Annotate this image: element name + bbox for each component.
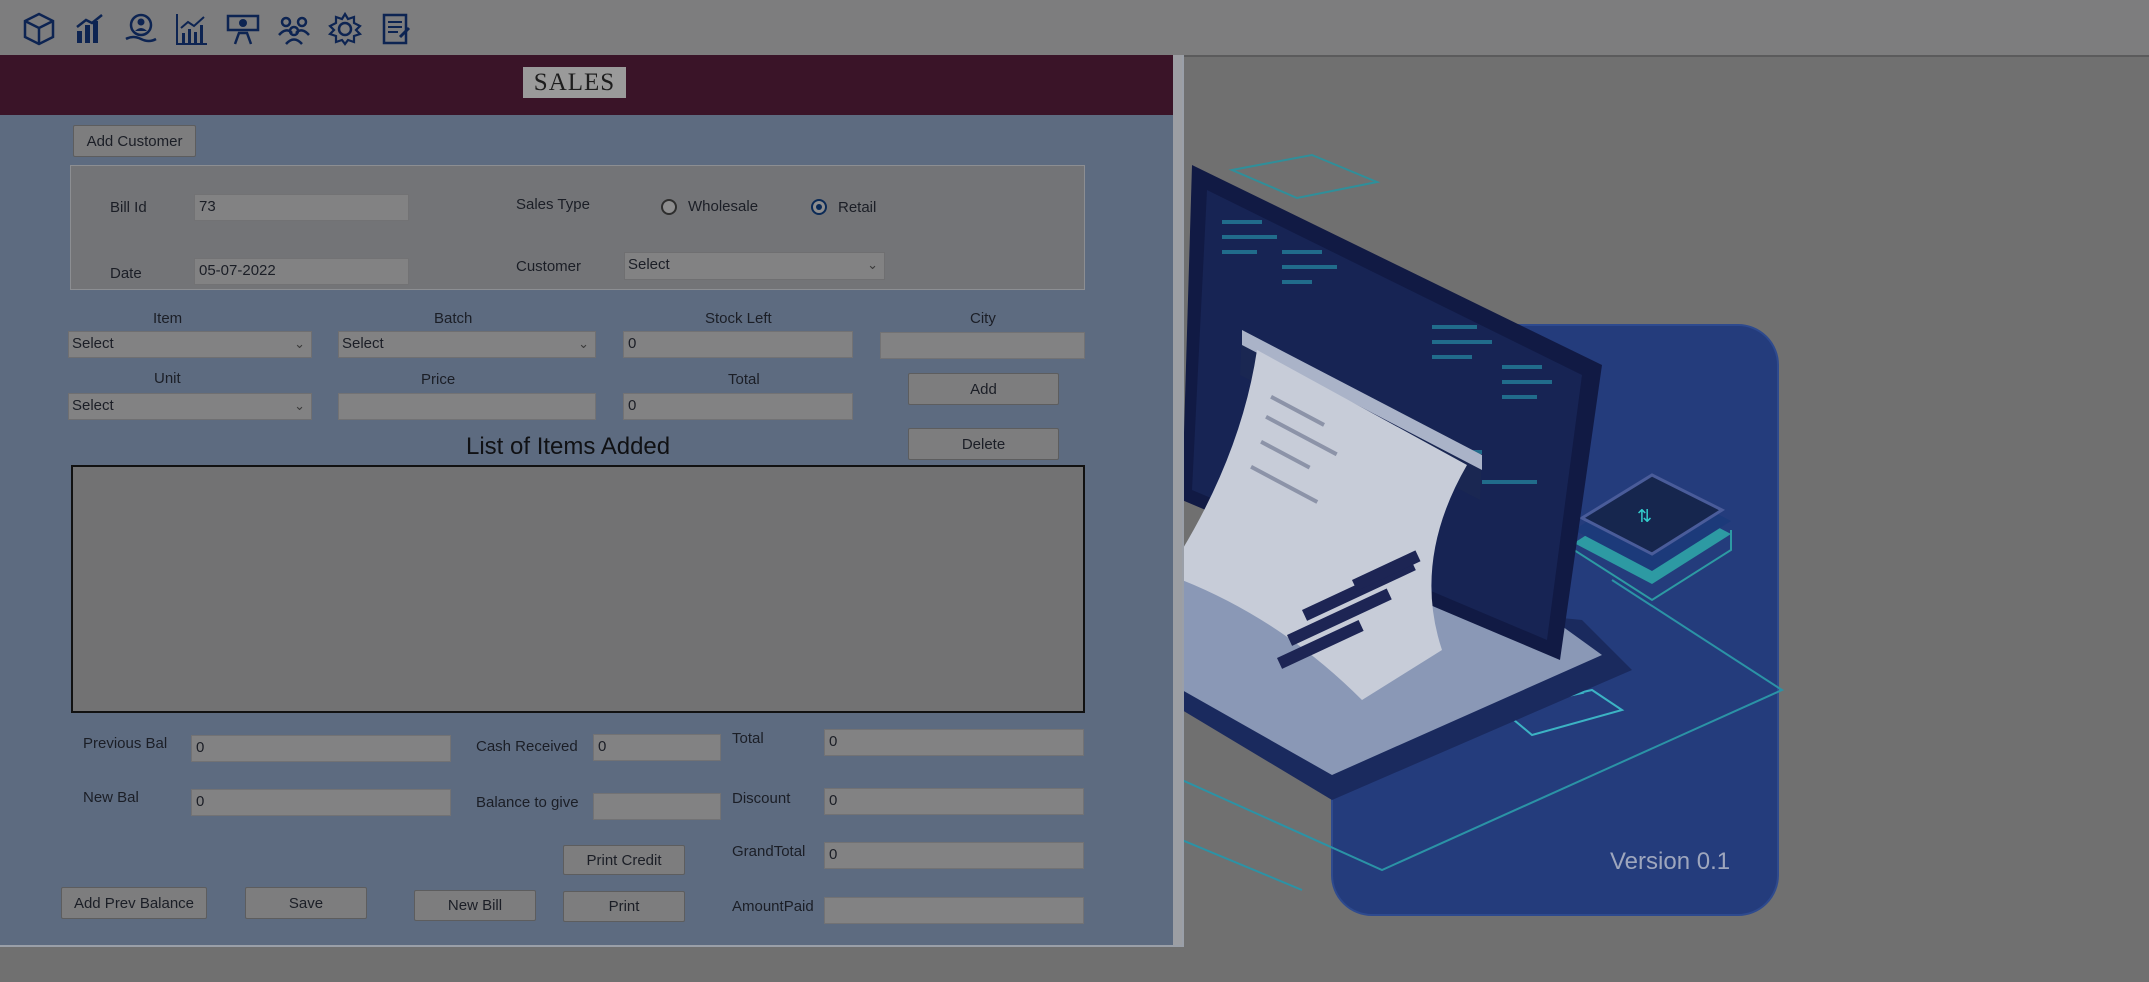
total-label: Total	[728, 371, 760, 388]
summary-total-field[interactable]: 0	[824, 729, 1084, 756]
stock-left-field[interactable]: 0	[623, 331, 853, 358]
print-credit-button[interactable]: Print Credit	[563, 845, 685, 875]
cash-received-label: Cash Received	[476, 738, 578, 755]
items-grid[interactable]	[71, 465, 1085, 713]
balance-to-give-label: Balance to give	[476, 794, 579, 811]
save-button[interactable]: Save	[245, 887, 367, 919]
gear-icon[interactable]	[325, 9, 365, 49]
chevron-down-icon: ⌄	[578, 336, 589, 351]
handshake-icon[interactable]	[223, 9, 263, 49]
discount-field[interactable]: 0	[824, 788, 1084, 815]
city-label: City	[970, 310, 996, 327]
customer-dropdown-value: Select	[628, 256, 670, 273]
city-field[interactable]	[880, 332, 1085, 359]
box-icon[interactable]	[19, 9, 59, 49]
print-button[interactable]: Print	[563, 891, 685, 922]
previous-bal-label: Previous Bal	[83, 735, 168, 752]
version-label: Version 0.1	[1610, 848, 1731, 875]
toolbar	[0, 0, 2149, 57]
wholesale-radio-label: Wholesale	[688, 198, 759, 215]
date-label: Date	[110, 265, 142, 282]
balance-to-give-field[interactable]	[593, 793, 721, 820]
unit-dropdown-value: Select	[72, 397, 114, 414]
bill-id-field[interactable]: 73	[194, 194, 409, 221]
cash-received-field[interactable]: 0	[593, 734, 721, 761]
amount-paid-label: AmountPaid	[732, 898, 814, 915]
price-field[interactable]	[338, 393, 596, 420]
chevron-down-icon: ⌄	[867, 257, 878, 272]
batch-dropdown-value: Select	[342, 335, 384, 352]
customer-label: Customer	[516, 258, 582, 275]
grand-total-field[interactable]: 0	[824, 842, 1084, 869]
new-bill-button[interactable]: New Bill	[414, 890, 536, 921]
grand-total-label: GrandTotal	[732, 843, 806, 860]
delete-button[interactable]: Delete	[908, 428, 1059, 460]
price-label: Price	[421, 371, 456, 388]
items-list-title: List of Items Added	[466, 433, 671, 460]
add-prev-balance-button[interactable]: Add Prev Balance	[61, 887, 207, 919]
chevron-down-icon: ⌄	[294, 336, 305, 351]
batch-dropdown[interactable]: Select ⌄	[338, 331, 596, 358]
new-bal-label: New Bal	[83, 789, 139, 806]
report-icon[interactable]	[376, 9, 416, 49]
sales-type-label: Sales Type	[516, 196, 590, 213]
retail-radio[interactable]	[811, 199, 827, 215]
total-field[interactable]: 0	[623, 393, 853, 420]
team-icon[interactable]	[274, 9, 314, 49]
item-label: Item	[153, 310, 183, 327]
wholesale-radio[interactable]	[661, 199, 677, 215]
unit-dropdown[interactable]: Select ⌄	[68, 393, 312, 420]
title-bar: SALES	[0, 55, 1174, 115]
sales-window: SALES Add Customer Bill Id 73 Date 05-07…	[0, 55, 1184, 947]
laptop-receipt-illustration: ⇅	[1182, 153, 1785, 916]
bill-info-panel: Bill Id 73 Date 05-07-2022 Sales Type Wh…	[70, 165, 1085, 290]
summary-total-label: Total	[732, 730, 764, 747]
window-border	[1173, 55, 1182, 945]
user-payment-icon[interactable]	[121, 9, 161, 49]
customer-dropdown[interactable]: Select ⌄	[624, 252, 885, 280]
add-customer-button[interactable]: Add Customer	[73, 125, 196, 157]
bill-id-label: Bill Id	[110, 199, 147, 216]
item-dropdown-value: Select	[72, 335, 114, 352]
stock-left-label: Stock Left	[705, 310, 772, 327]
amount-paid-field[interactable]	[824, 897, 1084, 924]
batch-label: Batch	[434, 310, 473, 327]
line-chart-icon[interactable]	[172, 9, 212, 49]
chevron-down-icon: ⌄	[294, 398, 305, 413]
new-bal-field[interactable]: 0	[191, 789, 451, 816]
add-button[interactable]: Add	[908, 373, 1059, 405]
previous-bal-field[interactable]: 0	[191, 735, 451, 762]
svg-text:⇅: ⇅	[1637, 506, 1652, 526]
discount-label: Discount	[732, 790, 791, 807]
window-title: SALES	[523, 67, 626, 98]
retail-radio-label: Retail	[838, 199, 877, 216]
bar-chart-icon[interactable]	[70, 9, 110, 49]
unit-label: Unit	[154, 370, 181, 387]
item-dropdown[interactable]: Select ⌄	[68, 331, 312, 358]
date-field[interactable]: 05-07-2022	[194, 258, 409, 285]
